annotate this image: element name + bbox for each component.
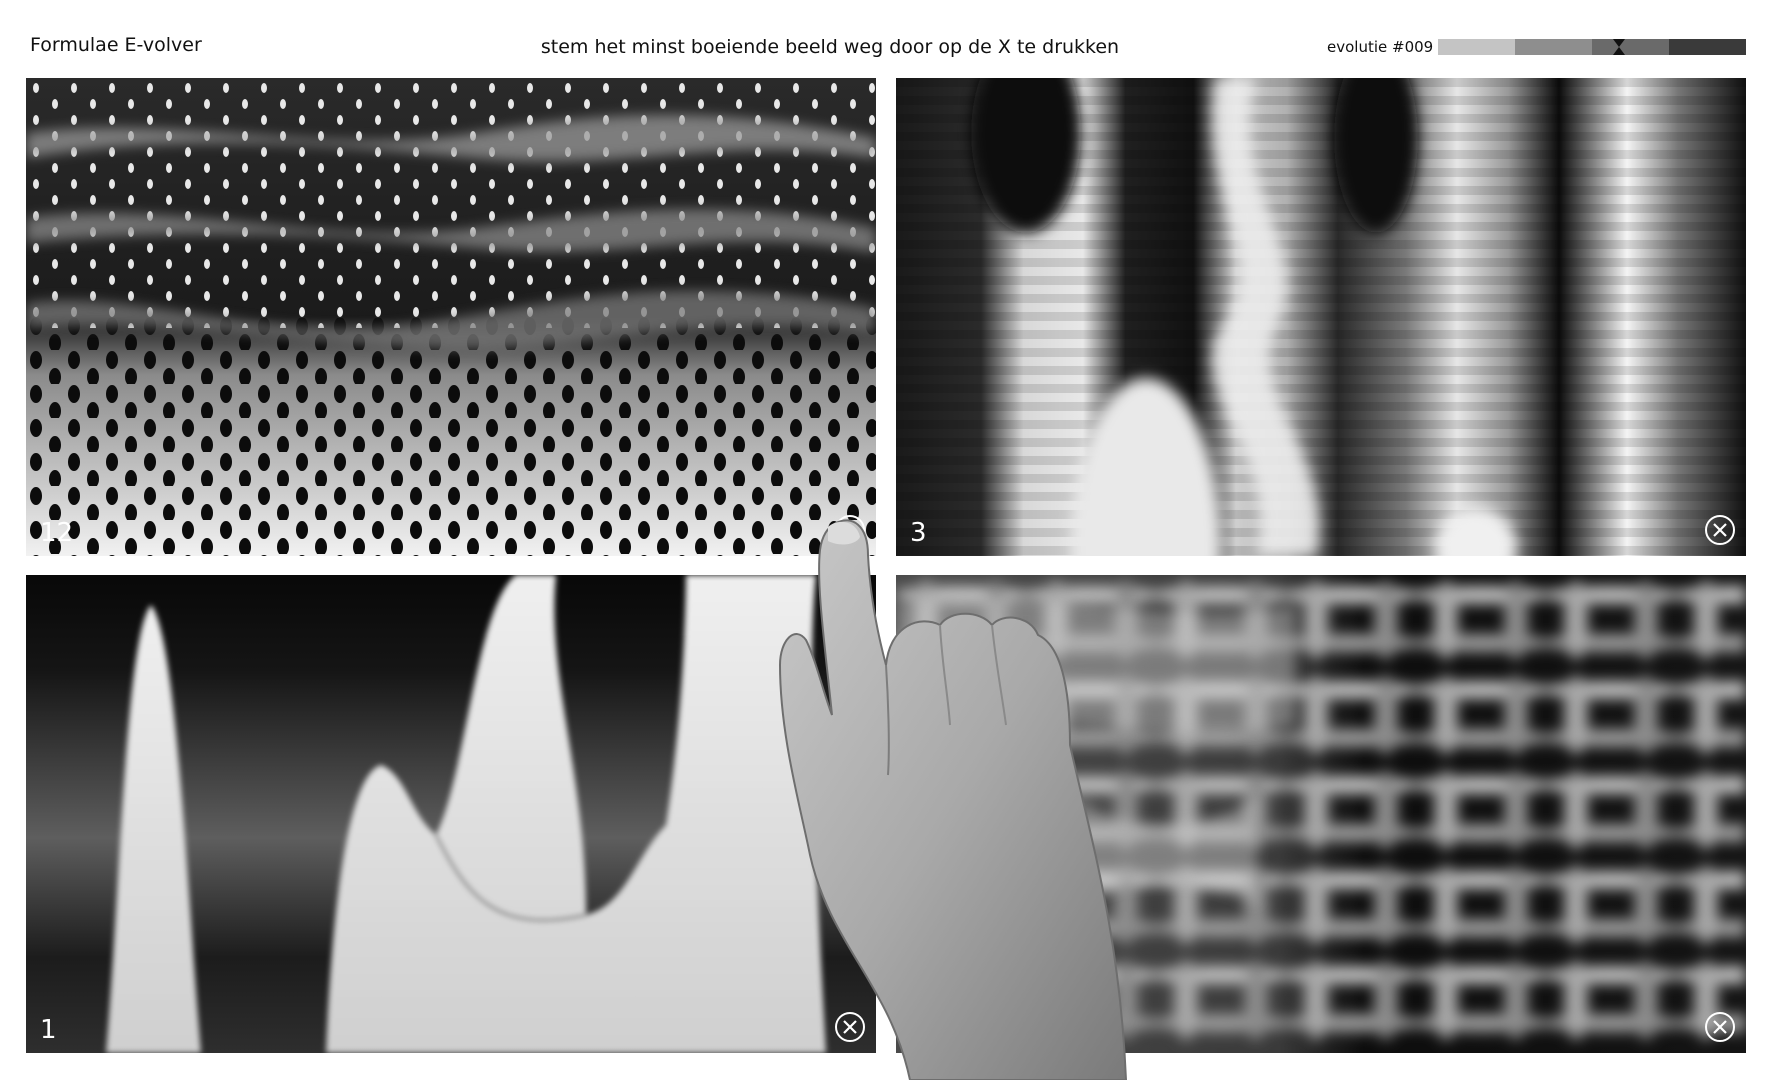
tile-number: 2 xyxy=(910,1015,927,1045)
generated-image-2 xyxy=(896,575,1746,1053)
close-circle-icon[interactable] xyxy=(834,1011,866,1043)
tile-number: 1 xyxy=(40,1015,57,1045)
generated-image-12 xyxy=(26,78,876,556)
generated-image-1 xyxy=(26,575,876,1053)
close-circle-icon[interactable] xyxy=(834,514,866,546)
image-tile-2[interactable]: 2 xyxy=(896,575,1746,1053)
image-tile-3[interactable]: 3 xyxy=(896,78,1746,556)
progress-segment-4 xyxy=(1669,39,1746,55)
generated-image-3 xyxy=(896,78,1746,556)
image-tile-1[interactable]: 1 xyxy=(26,575,876,1053)
evolution-label: evolutie #009 xyxy=(1327,38,1434,56)
hourglass-marker-icon xyxy=(1613,39,1625,55)
tile-number: 12 xyxy=(40,518,74,548)
close-circle-icon[interactable] xyxy=(1704,1011,1736,1043)
image-tile-12[interactable]: 12 xyxy=(26,78,876,556)
progress-segment-1 xyxy=(1438,39,1515,55)
close-circle-icon[interactable] xyxy=(1704,514,1736,546)
tile-number: 3 xyxy=(910,518,927,548)
progress-segment-2 xyxy=(1515,39,1592,55)
evolution-progress-bar xyxy=(1438,39,1746,55)
progress-segment-3 xyxy=(1592,39,1669,55)
